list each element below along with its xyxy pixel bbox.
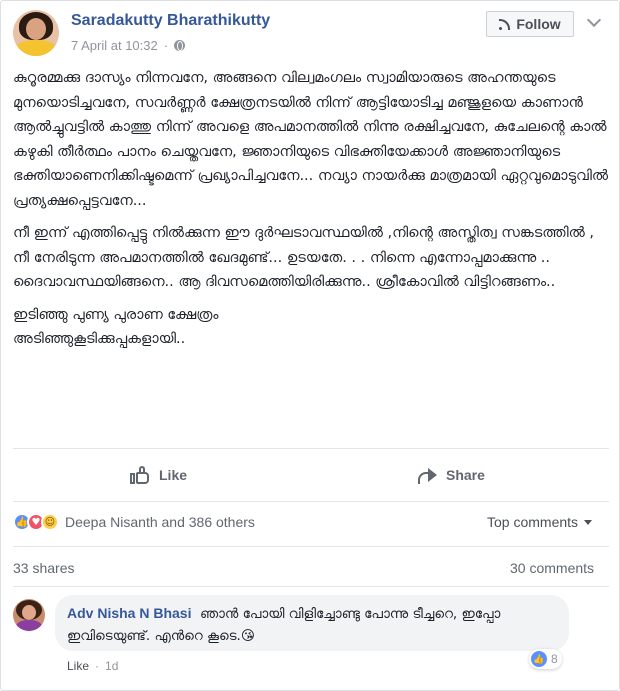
reaction-names[interactable]: Deepa Nisanth and 386 others xyxy=(65,514,255,530)
author-name[interactable]: Saradakutty Bharathikutty xyxy=(71,12,270,30)
post-body: കുറൂരമ്മക്കു ദാസ്യം നിന്നവനേ, അങ്ങനെ വില… xyxy=(13,66,611,360)
meta-separator: · xyxy=(163,38,169,53)
chevron-down-icon[interactable] xyxy=(586,12,602,28)
divider xyxy=(13,546,609,547)
comment-reaction-count[interactable]: 👍 8 xyxy=(529,649,562,669)
divider xyxy=(13,586,609,587)
top-comments-dropdown[interactable]: Top comments xyxy=(487,514,593,530)
rss-icon xyxy=(499,18,511,30)
comment-age[interactable]: 1d xyxy=(105,659,118,673)
author-avatar[interactable] xyxy=(13,10,59,56)
comment-meta: Like · 1d xyxy=(67,659,118,673)
share-button[interactable]: Share xyxy=(416,461,485,489)
share-label: Share xyxy=(446,467,485,483)
globe-icon[interactable] xyxy=(174,40,186,51)
divider xyxy=(13,448,609,449)
share-arrow-icon xyxy=(416,466,438,484)
divider xyxy=(13,501,609,502)
post-paragraph: കുറൂരമ്മക്കു ദാസ്യം നിന്നവനേ, അങ്ങനെ വില… xyxy=(13,70,609,209)
post-timestamp[interactable]: 7 April at 10:32 xyxy=(71,38,158,53)
thumbs-up-icon xyxy=(129,465,151,485)
haha-reaction-icon: ☺ xyxy=(41,513,59,531)
post-paragraph: നീ ഇന്ന് എത്തിപ്പെട്ടു നിൽക്കുന്ന ഈ ദുർഘ… xyxy=(13,225,595,290)
like-reaction-icon: 👍 xyxy=(531,651,547,667)
post-meta: 7 April at 10:32 · xyxy=(71,38,186,53)
commenter-name[interactable]: Adv Nisha N Bhasi xyxy=(67,605,191,621)
caret-down-icon xyxy=(584,519,593,525)
post-card: Saradakutty Bharathikutty 7 April at 10:… xyxy=(0,0,620,691)
shares-count[interactable]: 33 shares xyxy=(13,560,74,576)
comments-count[interactable]: 30 comments xyxy=(510,560,594,576)
post-paragraph: ഇടിഞ്ഞു പുണ്യ പുരാണ ക്ഷേത്രം അടിഞ്ഞുകൂടി… xyxy=(13,306,219,348)
comment-bubble: Adv Nisha N Bhasi ഞാൻ പോയി വിളിച്ചോണ്ടു … xyxy=(55,595,569,651)
top-comments-label: Top comments xyxy=(487,514,579,530)
comment-like-link[interactable]: Like xyxy=(67,659,89,673)
commenter-avatar[interactable] xyxy=(13,599,45,631)
comment-meta-separator: · xyxy=(95,659,100,673)
like-button[interactable]: Like xyxy=(129,461,187,489)
comment-reaction-number: 8 xyxy=(551,652,558,666)
follow-label: Follow xyxy=(516,16,561,32)
reaction-summary[interactable]: 👍 ♥ ☺ Deepa Nisanth and 386 others xyxy=(13,513,255,531)
like-label: Like xyxy=(159,467,188,483)
follow-button[interactable]: Follow xyxy=(486,11,574,37)
